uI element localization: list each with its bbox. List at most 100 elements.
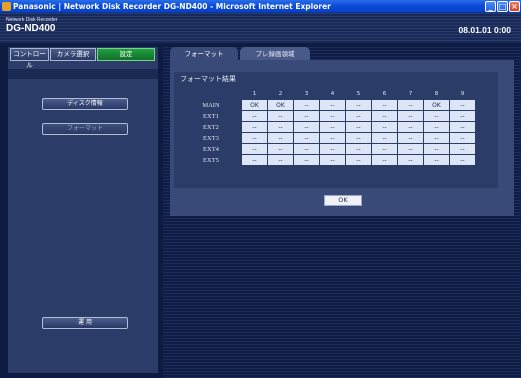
result-cell: -- [242,133,267,143]
left-panel: コントロール カメラ選択 設定 ディスク情報 フォーマット 運 用 [8,47,158,373]
result-cell: -- [268,155,293,165]
row-label: EXT1 [181,111,241,121]
result-cell: OK [424,100,449,110]
result-cell: -- [424,133,449,143]
column-header: 7 [398,89,423,99]
result-cell: -- [268,111,293,121]
column-header: 4 [320,89,345,99]
result-cell: OK [242,100,267,110]
maximize-button[interactable]: □ [497,1,508,12]
result-cell: -- [398,144,423,154]
browser-window: Panasonic | Network Disk Recorder DG-ND4… [0,0,521,378]
result-cell: -- [450,122,475,132]
table-row: EXT3 -- -- -- -- -- -- -- -- -- [181,133,475,143]
column-header: 1 [242,89,267,99]
row-label: EXT2 [181,122,241,132]
datetime-display: 08.01.01 0:00 [458,25,511,35]
table-row: MAIN OK OK -- -- -- -- -- OK -- [181,100,475,110]
result-cell: -- [242,155,267,165]
minimize-button[interactable]: _ [485,1,496,12]
result-cell: -- [320,133,345,143]
result-cell: -- [268,144,293,154]
result-cell: -- [372,144,397,154]
result-cell: -- [424,111,449,121]
ok-button[interactable]: OK [324,195,362,206]
result-cell: -- [450,155,475,165]
header-corner [181,89,241,99]
result-cell: -- [398,100,423,110]
result-cell: -- [346,111,371,121]
result-cell: -- [450,144,475,154]
result-cell: -- [320,144,345,154]
product-model: DG-ND400 [6,23,56,34]
left-tabs: コントロール カメラ選択 設定 [8,47,158,69]
result-cell: -- [268,133,293,143]
disk-info-button[interactable]: ディスク情報 [42,98,128,110]
table-header-row: 123456789 [181,89,475,99]
column-header: 2 [268,89,293,99]
row-label: EXT4 [181,144,241,154]
format-result-table: 1 2 3 4 5 6 7 8 9 MAIN OK OK -- -- -- -- -- OK -- EXT1 -- -- -… [180,88,476,166]
result-cell: -- [372,155,397,165]
result-cell: -- [320,100,345,110]
window-title: Panasonic | Network Disk Recorder DG-ND4… [13,2,331,11]
result-cell: -- [320,111,345,121]
result-cell: -- [398,133,423,143]
title-bar: Panasonic | Network Disk Recorder DG-ND4… [0,0,521,13]
result-cell: -- [294,144,319,154]
result-cell: -- [424,122,449,132]
tab-camera-select[interactable]: カメラ選択 [50,48,96,61]
result-cell: -- [346,144,371,154]
result-cell: -- [346,100,371,110]
ie-icon [2,2,11,11]
row-label: MAIN [181,100,241,110]
result-cell: -- [294,111,319,121]
format-result-title: フォーマット結果 [180,75,236,83]
result-cell: -- [242,122,267,132]
result-cell: -- [294,100,319,110]
close-button[interactable]: × [509,1,520,12]
table-row: EXT1 -- -- -- -- -- -- -- -- -- [181,111,475,121]
row-label: EXT3 [181,133,241,143]
result-cell: -- [372,111,397,121]
result-cell: -- [294,122,319,132]
result-cell: -- [424,144,449,154]
result-cell: -- [424,155,449,165]
column-header: 6 [372,89,397,99]
table-row: EXT4 -- -- -- -- -- -- -- -- -- [181,144,475,154]
result-cell: -- [320,122,345,132]
column-header: 5 [346,89,371,99]
format-button[interactable]: フォーマット [42,123,128,135]
apply-button[interactable]: 運 用 [42,317,128,329]
result-cell: -- [346,122,371,132]
result-cell: -- [242,144,267,154]
table-row: EXT5 -- -- -- -- -- -- -- -- -- [181,155,475,165]
result-cell: -- [450,111,475,121]
result-cell: -- [450,100,475,110]
left-divider [8,69,158,79]
app-header: Network Disk Recorder DG-ND400 08.01.01 … [0,13,521,43]
result-cell: -- [294,155,319,165]
result-cell: -- [346,155,371,165]
result-cell: -- [320,155,345,165]
result-cell: -- [398,155,423,165]
tab-control[interactable]: コントロール [10,48,49,69]
result-cell: -- [268,122,293,132]
result-cell: -- [346,133,371,143]
column-header: 9 [450,89,475,99]
tab-pre-record-area[interactable]: プレ録画領域 [240,47,310,61]
result-cell: -- [398,111,423,121]
result-cell: -- [372,122,397,132]
result-cell: -- [398,122,423,132]
row-label: EXT5 [181,155,241,165]
tab-settings[interactable]: 設定 [97,48,155,61]
result-cell: -- [294,133,319,143]
result-cell: -- [372,133,397,143]
table-row: EXT2 -- -- -- -- -- -- -- -- -- [181,122,475,132]
result-cell: -- [450,133,475,143]
column-header: 8 [424,89,449,99]
tab-format[interactable]: フォーマット [170,47,238,61]
result-cell: OK [268,100,293,110]
result-cell: -- [372,100,397,110]
column-header: 3 [294,89,319,99]
